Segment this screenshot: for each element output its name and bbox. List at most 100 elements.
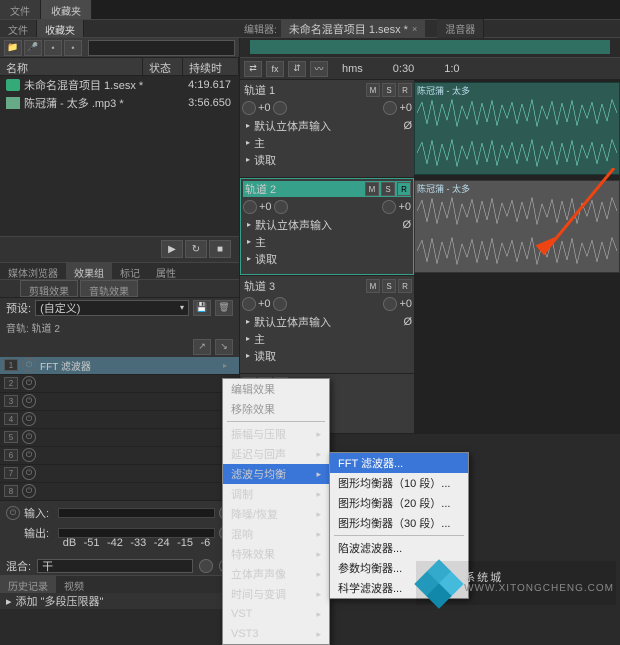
master-select[interactable]: ▸主 (242, 331, 412, 346)
pan-knob[interactable] (273, 101, 287, 115)
fx-slot-7[interactable]: 7⏻▸ (0, 465, 239, 483)
tab-video[interactable]: 视频 (56, 576, 92, 593)
audio-clip[interactable]: 陈冠蒲 - 太多 (414, 82, 620, 175)
vol-knob[interactable] (242, 297, 256, 311)
tab-history[interactable]: 历史记录 (0, 576, 56, 593)
input-select[interactable]: ▸默认立体声输入Ø (242, 118, 412, 133)
fx-slot-4[interactable]: 4⏻▸ (0, 411, 239, 429)
tab-file2[interactable]: 文件 (0, 20, 37, 37)
vol-knob[interactable] (243, 200, 257, 214)
tab-marker[interactable]: 标记 (112, 263, 148, 279)
preset-dropdown[interactable]: (自定义) (35, 300, 189, 316)
submenu-geq20[interactable]: 图形均衡器（20 段）... (330, 493, 468, 513)
fx-slot-3[interactable]: 3⏻▸ (0, 393, 239, 411)
submenu-notch[interactable]: 陷波滤波器... (330, 538, 468, 558)
menu-edit-fx[interactable]: 编辑效果 (223, 379, 329, 399)
loop-button[interactable]: ↻ (185, 240, 207, 258)
timeline-overview[interactable] (240, 38, 620, 58)
tool-b[interactable]: fx (266, 61, 284, 77)
vol-knob[interactable] (242, 101, 256, 115)
track-name[interactable]: 轨道 1 (242, 82, 364, 98)
history-item[interactable]: ▸ 添加 "多段压限器" (0, 593, 239, 609)
tool-a[interactable]: ⇄ (244, 61, 262, 77)
btn-record[interactable]: 🎤 (24, 40, 42, 56)
rec-button[interactable]: R (398, 279, 412, 293)
close-icon[interactable]: × (412, 24, 417, 34)
time-ruler[interactable]: hms0:301:0 (332, 63, 616, 75)
read-select[interactable]: ▸读取 (242, 152, 412, 167)
master-select[interactable]: ▸主 (243, 234, 411, 249)
tab-props[interactable]: 属性 (148, 263, 184, 279)
menu-filter-eq[interactable]: 滤波与均衡▸ (223, 464, 329, 484)
tab-clip-fx[interactable]: 剪辑效果 (20, 280, 78, 297)
pan-knob[interactable] (273, 297, 287, 311)
pan-knob[interactable] (274, 200, 288, 214)
track-header-1[interactable]: 轨道 1MSR +0+0 ▸默认立体声输入Ø ▸主 ▸读取 (240, 80, 414, 177)
delete-preset-icon[interactable]: 🗑 (215, 300, 233, 316)
solo-button[interactable]: S (381, 182, 395, 196)
btn-open[interactable]: 📁 (4, 40, 22, 56)
submenu-geq10[interactable]: 图形均衡器（10 段）... (330, 473, 468, 493)
fx-slot-1[interactable]: 1 ⏻ FFT 滤波器 ▸ (0, 357, 239, 375)
fx-slot-5[interactable]: 5⏻▸ (0, 429, 239, 447)
col-status[interactable]: 状态 (143, 58, 183, 75)
col-duration[interactable]: 持续时间 (183, 58, 239, 75)
tool-c[interactable]: ⇵ (288, 61, 306, 77)
fx-slot-2[interactable]: 2⏻▸ (0, 375, 239, 393)
tab-fav2[interactable]: 收藏夹 (37, 20, 84, 37)
doc-tab[interactable]: 未命名混音项目 1.sesx * × (281, 19, 425, 39)
tab-mixer[interactable]: 混音器 (437, 19, 484, 38)
menu-vst[interactable]: VST▸ (223, 604, 329, 624)
btn-a[interactable]: • (44, 40, 62, 56)
master-select[interactable]: ▸主 (242, 135, 412, 150)
tab-favorites[interactable]: 收藏夹 (41, 0, 92, 19)
chevron-right-icon[interactable]: ▸ (223, 361, 235, 370)
menu-remove-fx[interactable]: 移除效果 (223, 399, 329, 419)
mix-dropdown[interactable]: 干 (37, 559, 193, 573)
file-row[interactable]: 未命名混音项目 1.sesx * 4:19.617 (0, 76, 239, 94)
input-select[interactable]: ▸默认立体声输入Ø (242, 314, 412, 329)
menu-modulation[interactable]: 调制▸ (223, 484, 329, 504)
submenu-geq30[interactable]: 图形均衡器（30 段）... (330, 513, 468, 533)
power-icon[interactable]: ⏻ (22, 358, 36, 372)
mute-button[interactable]: M (366, 83, 380, 97)
solo-button[interactable]: S (382, 83, 396, 97)
menu-stereo[interactable]: 立体声声像▸ (223, 564, 329, 584)
track-name[interactable]: 轨道 3 (242, 278, 364, 294)
file-row[interactable]: 陈冠蒲 - 太多 .mp3 * 3:56.650 (0, 94, 239, 112)
mute-button[interactable]: M (365, 182, 379, 196)
tab-fx-group[interactable]: 效果组 (66, 263, 112, 279)
menu-reverb[interactable]: 混响▸ (223, 524, 329, 544)
btn-b[interactable]: • (64, 40, 82, 56)
play-button[interactable]: ▶ (161, 240, 183, 258)
fx-slot-6[interactable]: 6⏻▸ (0, 447, 239, 465)
track-name[interactable]: 轨道 2 (243, 181, 363, 197)
stop-button[interactable]: ■ (209, 240, 231, 258)
rec-button[interactable]: R (398, 83, 412, 97)
fx-a[interactable]: ↗ (193, 339, 211, 355)
tool-d[interactable]: 〰 (310, 61, 328, 77)
menu-noise[interactable]: 降噪/恢复▸ (223, 504, 329, 524)
search-input[interactable] (88, 40, 235, 56)
save-preset-icon[interactable]: 💾 (193, 300, 211, 316)
power-icon[interactable]: ⏻ (6, 506, 20, 520)
mix-knob[interactable] (199, 559, 213, 573)
tab-track-fx[interactable]: 音轨效果 (80, 280, 138, 297)
tab-file[interactable]: 文件 (0, 0, 41, 19)
menu-amplitude[interactable]: 振幅与压限▸ (223, 424, 329, 444)
rec-button[interactable]: R (397, 182, 411, 196)
menu-time[interactable]: 时间与变调▸ (223, 584, 329, 604)
track-header-3[interactable]: 轨道 3MSR +0+0 ▸默认立体声输入Ø ▸主 ▸读取 (240, 276, 414, 373)
input-select[interactable]: ▸默认立体声输入Ø (243, 217, 411, 232)
read-select[interactable]: ▸读取 (242, 348, 412, 363)
fx-slot-8[interactable]: 8⏻▸ (0, 483, 239, 501)
menu-vst3[interactable]: VST3▸ (223, 624, 329, 644)
tab-media-browser[interactable]: 媒体浏览器 (0, 263, 66, 279)
menu-delay[interactable]: 延迟与回声▸ (223, 444, 329, 464)
mute-button[interactable]: M (366, 279, 380, 293)
solo-button[interactable]: S (382, 279, 396, 293)
col-name[interactable]: 名称 (0, 58, 143, 75)
track-header-2[interactable]: 轨道 2MSR +0+0 ▸默认立体声输入Ø ▸主 ▸读取 (240, 178, 414, 275)
read-select[interactable]: ▸读取 (243, 251, 411, 266)
submenu-fft[interactable]: FFT 滤波器... (330, 453, 468, 473)
